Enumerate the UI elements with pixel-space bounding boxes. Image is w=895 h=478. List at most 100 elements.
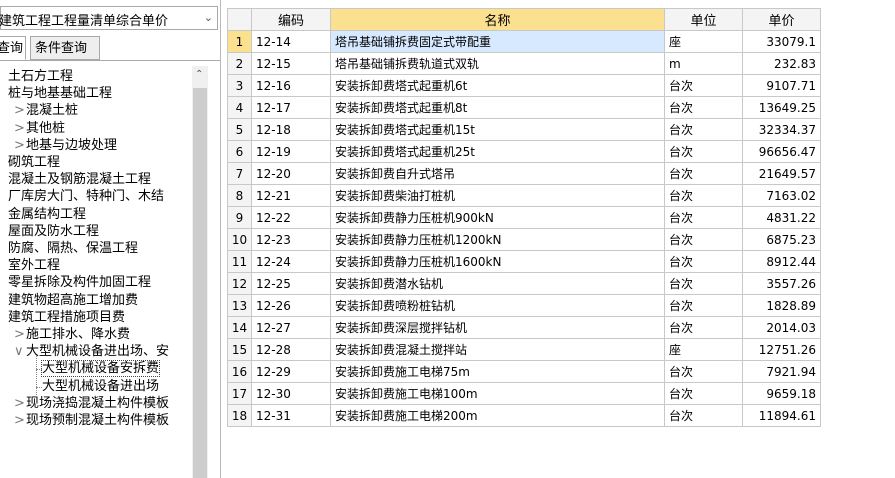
- column-header-price[interactable]: 单价: [742, 8, 821, 31]
- cell-price[interactable]: 21649.57: [742, 162, 821, 185]
- table-row[interactable]: 2 12-15 塔吊基础铺拆费轨道式双轨 m 232.83: [227, 52, 821, 75]
- cell-unit[interactable]: m: [664, 52, 743, 75]
- tree-node[interactable]: 土石方工程: [8, 68, 73, 85]
- tree-node[interactable]: >地基与边坡处理: [14, 137, 117, 154]
- chevron-down-icon[interactable]: ⌄: [204, 11, 213, 24]
- cell-name[interactable]: 安装拆卸费柴油打桩机: [330, 184, 665, 207]
- cell-price[interactable]: 7163.02: [742, 184, 821, 207]
- table-row[interactable]: 15 12-28 安装拆卸费混凝土搅拌站座 12751.26: [227, 338, 821, 361]
- cell-price[interactable]: 9659.18: [742, 382, 821, 405]
- cell-unit[interactable]: 台次: [664, 96, 743, 119]
- row-number[interactable]: 4: [227, 96, 252, 119]
- row-number[interactable]: 7: [227, 162, 252, 185]
- cell-price[interactable]: 12751.26: [742, 338, 821, 361]
- row-number[interactable]: 15: [227, 338, 252, 361]
- table-row[interactable]: 14 12-27 安装拆卸费深层搅拌钻机 台次 2014.03: [227, 316, 821, 339]
- cell-code[interactable]: 12-22: [251, 206, 331, 229]
- cell-code[interactable]: 12-17: [251, 96, 331, 119]
- collapse-chevron-icon[interactable]: >: [14, 102, 26, 119]
- table-row[interactable]: 13 12-26 安装拆卸费喷粉桩钻机 台次 1828.89: [227, 294, 821, 317]
- cell-unit[interactable]: 台次: [664, 140, 743, 163]
- row-number[interactable]: 14: [227, 316, 252, 339]
- table-row[interactable]: 16 12-29 安装拆卸费施工电梯75m 台次 7921.94: [227, 360, 821, 383]
- cell-price[interactable]: 6875.23: [742, 228, 821, 251]
- row-number[interactable]: 8: [227, 184, 252, 207]
- tab-query[interactable]: 查询: [0, 36, 26, 60]
- cell-unit[interactable]: 台次: [664, 162, 743, 185]
- cell-price[interactable]: 2014.03: [742, 316, 821, 339]
- collapse-chevron-icon[interactable]: >: [14, 326, 26, 343]
- cell-code[interactable]: 12-15: [251, 52, 331, 75]
- cell-price[interactable]: 11894.61: [742, 404, 821, 427]
- cell-unit[interactable]: 台次: [664, 404, 743, 427]
- cell-code[interactable]: 12-20: [251, 162, 331, 185]
- row-number[interactable]: 13: [227, 294, 252, 317]
- cell-name[interactable]: 安装拆卸费静力压桩机900kN: [330, 206, 665, 229]
- collapse-chevron-icon[interactable]: >: [14, 120, 26, 137]
- tree-node[interactable]: 砌筑工程: [8, 154, 60, 171]
- cell-code[interactable]: 12-23: [251, 228, 331, 251]
- tree-node[interactable]: 零星拆除及构件加固工程: [8, 274, 151, 291]
- cell-price[interactable]: 13649.25: [742, 96, 821, 119]
- cell-price[interactable]: 32334.37: [742, 118, 821, 141]
- table-row[interactable]: 11 12-24 安装拆卸费静力压桩机1600kN 台次 8912.44: [227, 250, 821, 273]
- row-number[interactable]: 18: [227, 404, 252, 427]
- tree-node[interactable]: 屋面及防水工程: [8, 223, 99, 240]
- cell-unit[interactable]: 台次: [664, 272, 743, 295]
- tree-node[interactable]: 厂库房大门、特种门、木结: [8, 188, 164, 205]
- tree-node[interactable]: 大型机械设备安拆费: [40, 360, 161, 378]
- expand-chevron-icon[interactable]: ∨: [14, 343, 26, 360]
- cell-code[interactable]: 12-27: [251, 316, 331, 339]
- cell-name[interactable]: 安装拆卸费施工电梯75m: [330, 360, 665, 383]
- cell-code[interactable]: 12-19: [251, 140, 331, 163]
- collapse-chevron-icon[interactable]: >: [14, 137, 26, 154]
- scrollbar-thumb[interactable]: [193, 88, 207, 478]
- cell-price[interactable]: 232.83: [742, 52, 821, 75]
- table-row[interactable]: 7 12-20 安装拆卸费自升式塔吊 台次 21649.57: [227, 162, 821, 185]
- row-number[interactable]: 17: [227, 382, 252, 405]
- cell-code[interactable]: 12-26: [251, 294, 331, 317]
- table-row[interactable]: 12 12-25 安装拆卸费潜水钻机 台次 3557.26: [227, 272, 821, 295]
- cell-name[interactable]: 安装拆卸费喷粉桩钻机: [330, 294, 665, 317]
- scroll-up-icon[interactable]: ⌃: [195, 69, 203, 80]
- tree-node[interactable]: 防腐、隔热、保温工程: [8, 240, 138, 257]
- table-row[interactable]: 9 12-22 安装拆卸费静力压桩机900kN 台次 4831.22: [227, 206, 821, 229]
- collapse-chevron-icon[interactable]: >: [14, 412, 26, 429]
- tree-node[interactable]: 金属结构工程: [8, 206, 86, 223]
- cell-unit[interactable]: 台次: [664, 184, 743, 207]
- table-row[interactable]: 5 12-18 安装拆卸费塔式起重机15t 台次 32334.37: [227, 118, 821, 141]
- cell-name[interactable]: 安装拆卸费混凝土搅拌站: [330, 338, 665, 361]
- library-select[interactable]: 建筑工程工程量清单综合单价 ⌄: [0, 6, 218, 30]
- collapse-chevron-icon[interactable]: >: [14, 395, 26, 412]
- cell-unit[interactable]: 台次: [664, 360, 743, 383]
- cell-name[interactable]: 塔吊基础铺拆费固定式带配重: [330, 30, 665, 53]
- cell-price[interactable]: 1828.89: [742, 294, 821, 317]
- table-row[interactable]: 8 12-21 安装拆卸费柴油打桩机 台次 7163.02: [227, 184, 821, 207]
- tree-node[interactable]: 桩与地基基础工程: [8, 85, 112, 102]
- column-header-name[interactable]: 名称: [330, 8, 665, 31]
- cell-code[interactable]: 12-18: [251, 118, 331, 141]
- cell-unit[interactable]: 台次: [664, 206, 743, 229]
- tree-node[interactable]: 建筑物超高施工增加费: [8, 292, 138, 309]
- cell-name[interactable]: 塔吊基础铺拆费轨道式双轨: [330, 52, 665, 75]
- row-number[interactable]: 12: [227, 272, 252, 295]
- row-number[interactable]: 9: [227, 206, 252, 229]
- tree-node[interactable]: >施工排水、降水费: [14, 326, 130, 343]
- table-row[interactable]: 10 12-23 安装拆卸费静力压桩机1200kN 台次 6875.23: [227, 228, 821, 251]
- cell-unit[interactable]: 台次: [664, 228, 743, 251]
- cell-name[interactable]: 安装拆卸费施工电梯200m: [330, 404, 665, 427]
- row-number[interactable]: 5: [227, 118, 252, 141]
- cell-code[interactable]: 12-30: [251, 382, 331, 405]
- cell-unit[interactable]: 台次: [664, 118, 743, 141]
- cell-name[interactable]: 安装拆卸费静力压桩机1200kN: [330, 228, 665, 251]
- cell-name[interactable]: 安装拆卸费塔式起重机8t: [330, 96, 665, 119]
- table-row[interactable]: 3 12-16 安装拆卸费塔式起重机6t 台次 9107.71: [227, 74, 821, 97]
- row-number[interactable]: 3: [227, 74, 252, 97]
- cell-unit[interactable]: 台次: [664, 316, 743, 339]
- cell-unit[interactable]: 台次: [664, 74, 743, 97]
- cell-unit[interactable]: 座: [664, 338, 743, 361]
- cell-name[interactable]: 安装拆卸费自升式塔吊: [330, 162, 665, 185]
- tree-node[interactable]: ∨ 大型机械设备进出场、安: [14, 343, 169, 360]
- cell-name[interactable]: 安装拆卸费施工电梯100m: [330, 382, 665, 405]
- tree-node[interactable]: >现场预制混凝土构件模板: [14, 412, 169, 429]
